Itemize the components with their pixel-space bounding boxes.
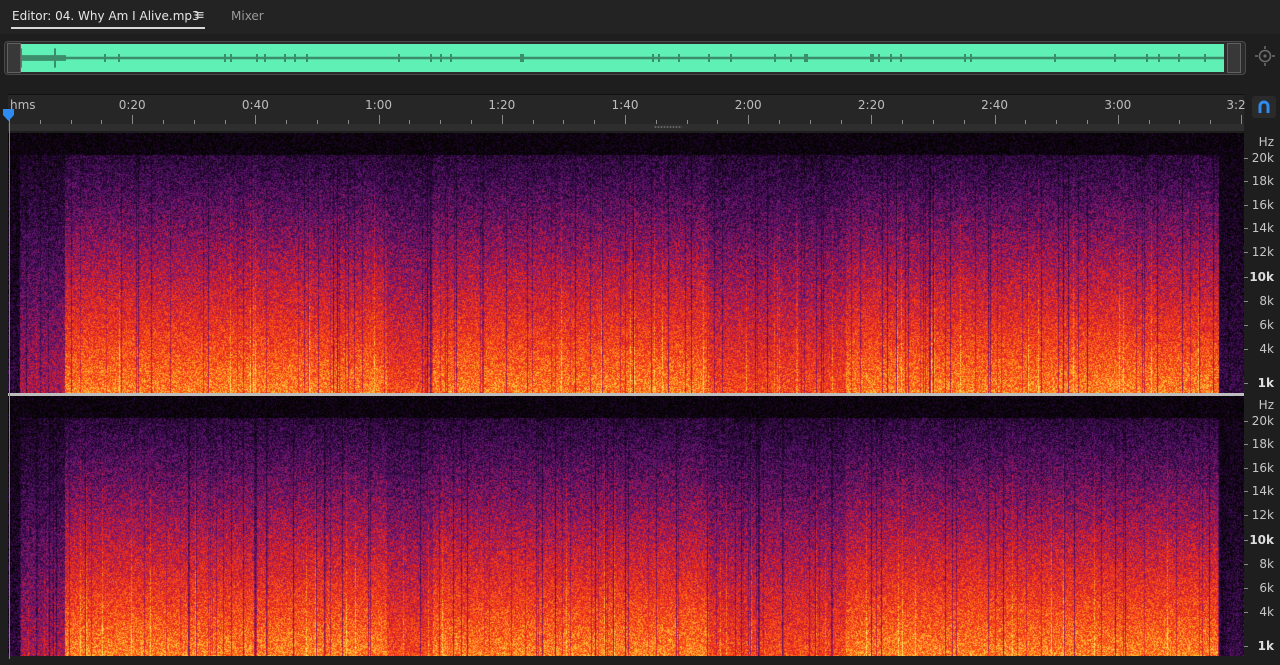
- frequency-tick: [1244, 515, 1248, 516]
- panel-tab-bar: Editor: 04. Why Am I Alive.mp3 ≡ Mixer: [0, 0, 1280, 34]
- frequency-tick: [1244, 252, 1248, 253]
- time-ruler[interactable]: hms 0:20 0:40 1:00 1:20 1:40 2:00 2:20 2:40 3:00…: [8, 94, 1246, 125]
- frequency-tick: [1244, 205, 1248, 206]
- tab-mixer[interactable]: Mixer: [231, 9, 264, 23]
- frequency-label: 4k: [1259, 605, 1274, 619]
- frequency-unit-label: Hz: [1258, 135, 1274, 149]
- ruler-label: 1:20: [488, 98, 516, 112]
- playhead-line[interactable]: [9, 124, 10, 659]
- frequency-label: 12k: [1251, 245, 1274, 259]
- frequency-label: 16k: [1251, 198, 1274, 212]
- active-tab-indicator: [11, 27, 205, 29]
- overview-waveform-trace: [21, 48, 1224, 68]
- frequency-label: 4k: [1259, 342, 1274, 356]
- ruler-label: 3:2: [1226, 98, 1246, 112]
- frequency-tick: [1244, 228, 1248, 229]
- ruler-label: 1:40: [611, 98, 639, 112]
- frequency-tick: [1244, 612, 1248, 613]
- frequency-tick: [1244, 468, 1248, 469]
- frequency-tick: [1244, 277, 1248, 278]
- frequency-unit-label: Hz: [1258, 398, 1274, 412]
- frequency-label: 1k: [1257, 639, 1274, 653]
- frequency-tick: [1244, 540, 1248, 541]
- frequency-tick: [1244, 349, 1248, 350]
- ruler-label: 0:40: [241, 98, 269, 112]
- frequency-label: 8k: [1259, 294, 1274, 308]
- spectral-display-left[interactable]: [8, 133, 1244, 393]
- frequency-label: 20k: [1251, 414, 1274, 428]
- snap-toggle-button[interactable]: [1252, 96, 1276, 118]
- frequency-label: 18k: [1251, 174, 1274, 188]
- ruler-label: 3:00: [1104, 98, 1132, 112]
- frequency-label: 12k: [1251, 508, 1274, 522]
- frequency-tick: [1244, 301, 1248, 302]
- frequency-label: 20k: [1251, 151, 1274, 165]
- frequency-label: 10k: [1249, 270, 1274, 284]
- spectral-channel-right[interactable]: [8, 396, 1244, 656]
- overview-left-handle[interactable]: [7, 43, 21, 73]
- overview-waveform[interactable]: [4, 41, 1246, 75]
- ruler-label: 1:00: [365, 98, 393, 112]
- frequency-tick: [1244, 588, 1248, 589]
- panel-menu-icon[interactable]: ≡: [194, 8, 205, 23]
- frequency-label: 18k: [1251, 437, 1274, 451]
- frequency-label: 10k: [1249, 533, 1274, 547]
- zoom-to-fit-icon[interactable]: [1254, 45, 1276, 67]
- frequency-scale-left[interactable]: Hz 20k 18k 16k 14k 12k 10k 8k 6k 4k 1k: [1244, 133, 1280, 393]
- frequency-tick: [1244, 564, 1248, 565]
- overview-right-handle[interactable]: [1227, 43, 1241, 73]
- frequency-label: 14k: [1251, 221, 1274, 235]
- frequency-label: 6k: [1259, 581, 1274, 595]
- frequency-label: 16k: [1251, 461, 1274, 475]
- frequency-label: 6k: [1259, 318, 1274, 332]
- frequency-tick: [1244, 491, 1248, 492]
- ruler-label: 2:20: [857, 98, 885, 112]
- spectral-channel-left[interactable]: [8, 133, 1244, 393]
- frequency-scale-right[interactable]: Hz 20k 18k 16k 14k 12k 10k 8k 6k 4k 1k: [1244, 396, 1280, 656]
- frequency-tick: [1244, 181, 1248, 182]
- frequency-label: 8k: [1259, 557, 1274, 571]
- frequency-tick: [1244, 646, 1248, 647]
- ruler-label: 2:00: [734, 98, 762, 112]
- ruler-label: 0:20: [118, 98, 146, 112]
- playhead-marker-icon[interactable]: [2, 108, 15, 122]
- frequency-tick: [1244, 444, 1248, 445]
- ruler-label: 2:40: [981, 98, 1009, 112]
- frequency-tick: [1244, 421, 1248, 422]
- frequency-label: 14k: [1251, 484, 1274, 498]
- frequency-tick: [1244, 325, 1248, 326]
- ruler-splitter[interactable]: [8, 124, 1244, 131]
- frequency-label: 1k: [1257, 376, 1274, 390]
- spectral-display-right[interactable]: [8, 396, 1244, 656]
- frequency-tick: [1244, 383, 1248, 384]
- frequency-tick: [1244, 158, 1248, 159]
- splitter-grip[interactable]: [654, 126, 682, 128]
- magnet-icon: [1258, 100, 1270, 113]
- tab-editor[interactable]: Editor: 04. Why Am I Alive.mp3: [12, 9, 200, 23]
